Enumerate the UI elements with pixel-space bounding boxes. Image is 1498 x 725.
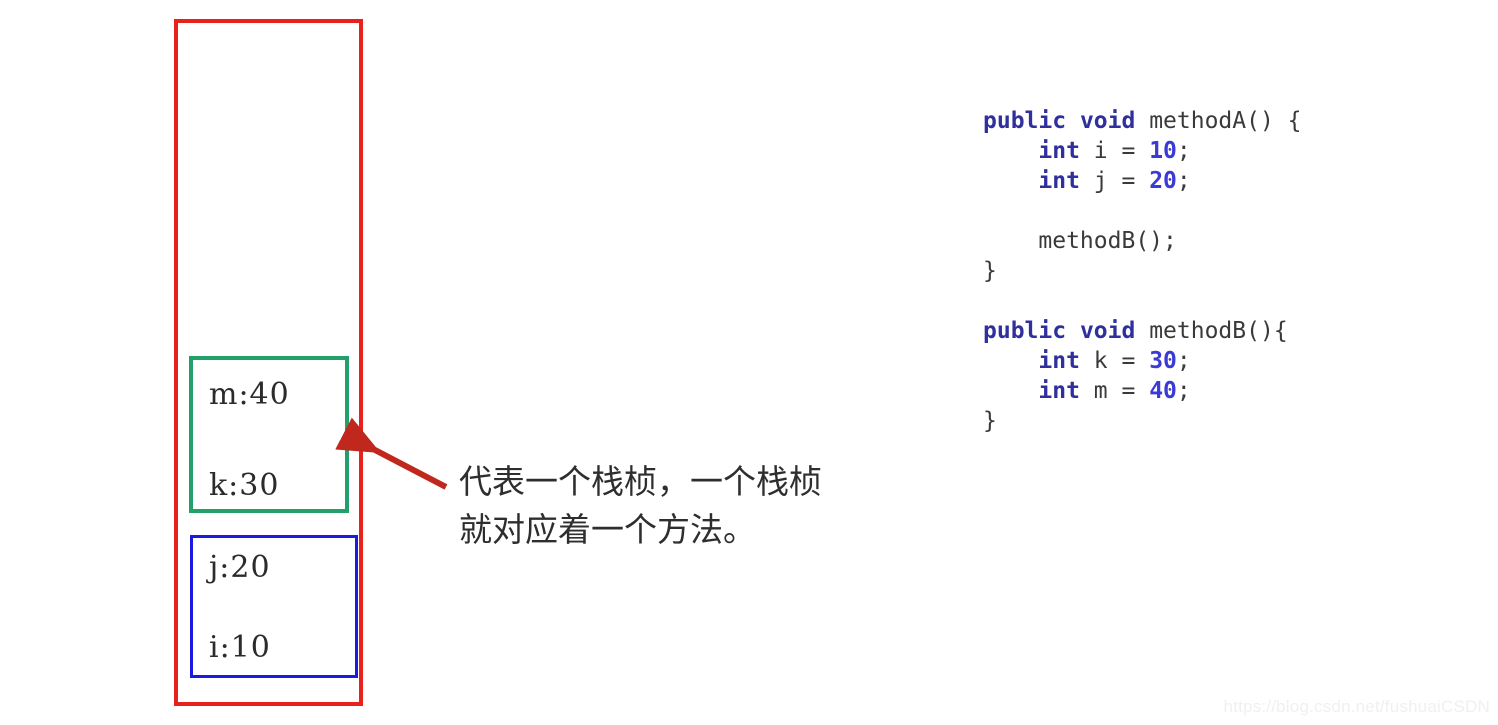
code-token-kw: void bbox=[1079, 108, 1136, 134]
annotation-label: 代表一个栈桢，一个栈桢 就对应着一个方法。 bbox=[459, 462, 822, 549]
watermark-text: https://blog.csdn.net/fushuaiCSDN bbox=[1223, 697, 1490, 716]
code-token-plain: ; bbox=[1176, 348, 1191, 374]
code-token-plain: i = bbox=[1079, 138, 1150, 164]
code-line: int m = 40; bbox=[983, 376, 1302, 406]
code-token-kw: public bbox=[983, 108, 1067, 134]
code-token-kw: int bbox=[1038, 378, 1080, 404]
call-stack-outer-box: m:40 k:30 j:20 i:10 bbox=[174, 19, 363, 706]
code-token-plain: } bbox=[983, 408, 997, 434]
code-token-plain: m = bbox=[1079, 378, 1150, 404]
code-line: int i = 10; bbox=[983, 136, 1302, 166]
code-token-num: 40 bbox=[1149, 378, 1177, 404]
code-token-kw: int bbox=[1038, 348, 1080, 374]
stack-frame-methoda: j:20 i:10 bbox=[190, 535, 358, 678]
code-token-plain: methodB(); bbox=[983, 228, 1177, 254]
code-token-num: 30 bbox=[1149, 348, 1177, 374]
stack-variable: j:20 bbox=[209, 550, 271, 585]
code-token-plain: } bbox=[983, 258, 997, 284]
code-token-plain: methodB(){ bbox=[1135, 318, 1288, 344]
stack-variable: k:30 bbox=[209, 468, 280, 503]
code-token-plain: k = bbox=[1079, 348, 1150, 374]
code-token-num: 10 bbox=[1149, 138, 1177, 164]
code-line: public void methodA() { bbox=[983, 106, 1302, 136]
code-token-kw: int bbox=[1038, 138, 1080, 164]
code-line: public void methodB(){ bbox=[983, 316, 1302, 346]
code-line: int j = 20; bbox=[983, 166, 1302, 196]
code-token-plain: methodA() { bbox=[1135, 108, 1302, 134]
code-block: public void methodA() { int i = 10; int … bbox=[983, 106, 1302, 436]
code-token-num: 20 bbox=[1149, 168, 1177, 194]
code-line: methodB(); bbox=[983, 226, 1302, 256]
code-token-kw: public bbox=[983, 318, 1067, 344]
stack-frame-methodb: m:40 k:30 bbox=[189, 356, 349, 513]
code-line: } bbox=[983, 256, 1302, 286]
code-line: int k = 30; bbox=[983, 346, 1302, 376]
code-line: } bbox=[983, 406, 1302, 436]
code-token-kw: int bbox=[1038, 168, 1080, 194]
code-token-plain: j = bbox=[1079, 168, 1150, 194]
stack-variable: m:40 bbox=[209, 377, 290, 412]
code-token-plain: ; bbox=[1176, 168, 1191, 194]
code-token-plain: ; bbox=[1176, 378, 1191, 404]
code-token-plain: ; bbox=[1176, 138, 1191, 164]
code-token-kw: void bbox=[1079, 318, 1136, 344]
stack-variable: i:10 bbox=[209, 630, 271, 665]
